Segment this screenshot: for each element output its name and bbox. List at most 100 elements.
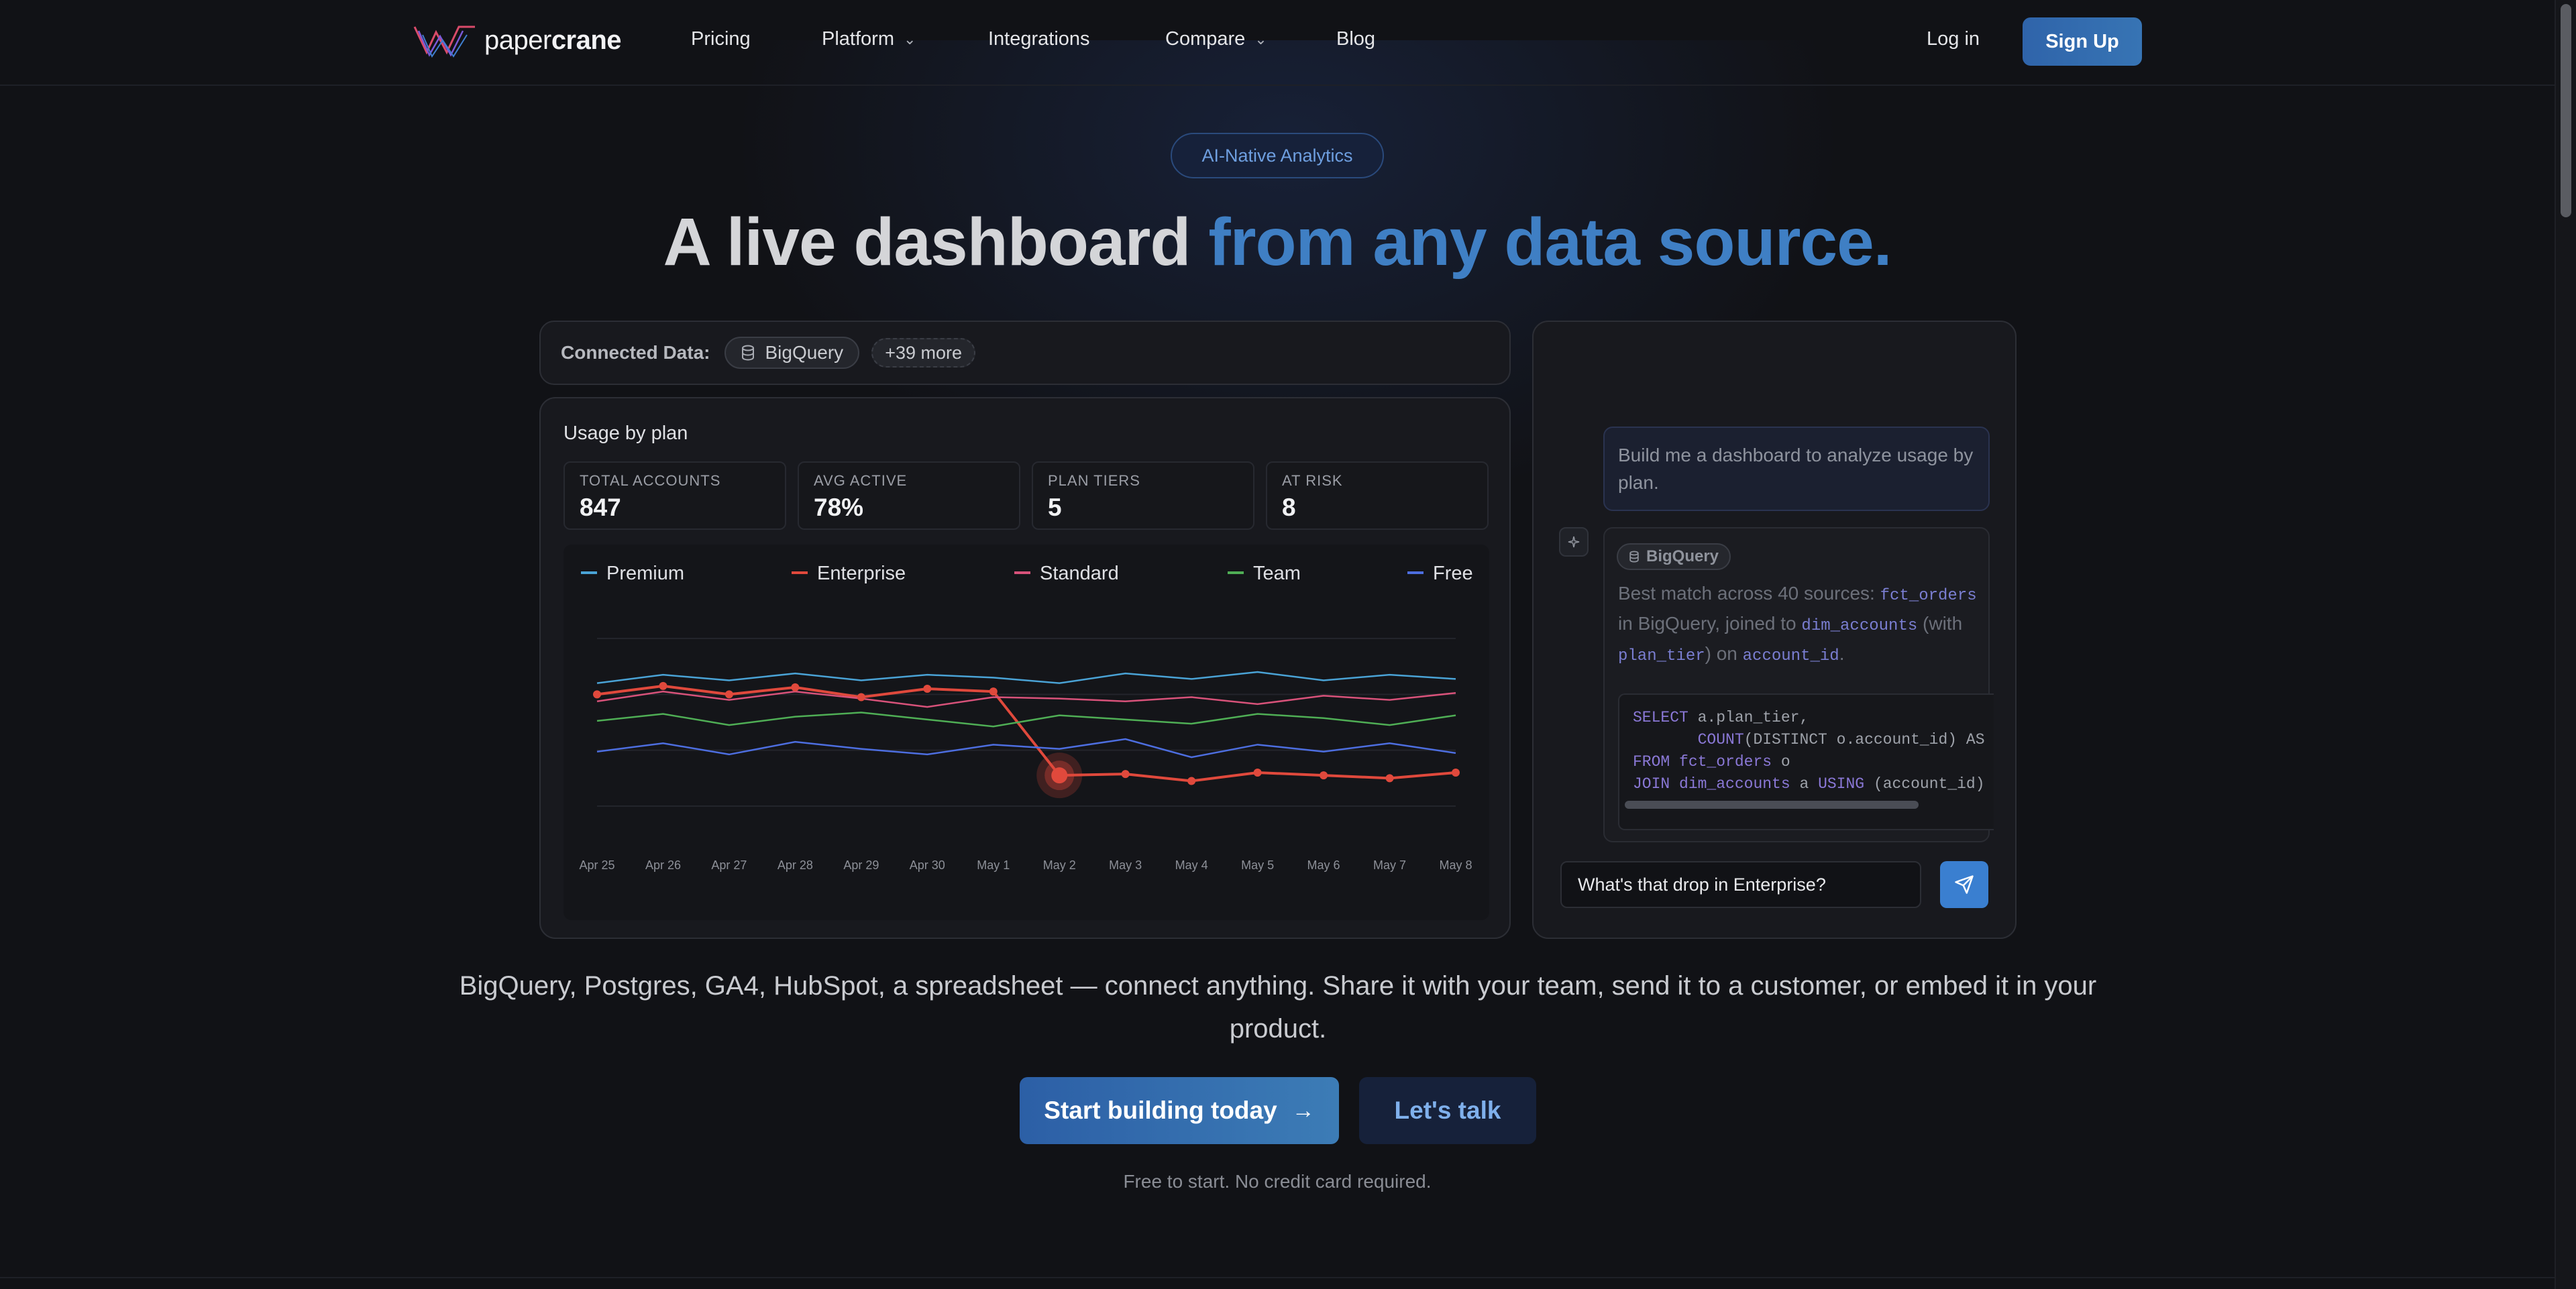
nav-pricing[interactable]: Pricing [691,28,751,50]
ai-text: . [1839,643,1845,664]
ai-text: ) on [1705,643,1743,664]
logo[interactable]: papercrane [413,20,622,60]
send-icon [1955,875,1974,894]
logo-text-light: paper [484,25,551,55]
legend-item[interactable]: Free [1407,563,1473,584]
series-line-free [596,738,1456,759]
data-point[interactable] [1253,769,1262,777]
chat-panel: Build me a dashboard to analyze usage by… [1532,321,2017,939]
kpi-label: PLAN TIERS [1048,472,1140,489]
database-icon [1629,551,1639,563]
lets-talk-button[interactable]: Let's talk [1359,1077,1536,1144]
ai-text: (with [1917,613,1963,634]
database-icon [742,345,755,361]
legend-item[interactable]: Premium [581,563,684,584]
more-sources-pill[interactable]: +39 more [871,338,976,368]
page-scrollbar-thumb[interactable] [2561,4,2571,217]
arrow-right-icon: → [1291,1097,1315,1123]
code-token: dim_accounts [1801,617,1918,635]
headline-part2: from any data source. [1208,205,1892,280]
ai-source-pill: BigQuery [1617,543,1731,570]
legend-label: Premium [606,563,684,584]
send-button[interactable] [1940,861,1988,908]
nav-blog[interactable]: Blog [1336,28,1375,50]
x-tick-label: Apr 26 [645,858,681,872]
x-tick-label: May 4 [1175,858,1208,872]
usage-line-chart: Premium Enterprise Standard Team Free Apr 25 A… [579,563,1473,872]
data-point[interactable] [593,690,601,699]
sparkle-icon [1568,536,1580,548]
nav-compare[interactable]: Compare ⌄ [1165,28,1267,50]
crane-logo-icon [413,25,475,58]
highlighted-point[interactable] [1051,767,1068,784]
nav-blog-label: Blog [1336,28,1376,50]
legend-label: Team [1253,563,1301,584]
sql-code-block[interactable]: SELECT a.plan_tier, COUNT(DISTINCT o.acc… [1618,693,1994,830]
data-point[interactable] [989,687,998,696]
sql-line: SELECT a.plan_tier, [1633,709,1809,726]
user-message: Build me a dashboard to analyze usage by… [1603,427,1990,511]
x-tick-label: Apr 25 [579,858,614,872]
x-tick-label: May 8 [1439,858,1472,872]
data-point[interactable] [791,683,800,691]
top-nav: papercrane Pricing Platform ⌄ Integration… [0,0,2555,86]
nav-platform[interactable]: Platform ⌄ [822,28,916,50]
chevron-down-icon: ⌄ [1254,30,1267,48]
x-tick-label: May 3 [1109,858,1142,872]
x-tick-label: May 7 [1373,858,1406,872]
source-pill-bigquery[interactable]: BigQuery [724,337,860,369]
start-building-button[interactable]: Start building today → [1020,1077,1339,1144]
legend-label: Enterprise [817,563,906,584]
ai-explanation: Best match across 40 sources: fct_orders… [1618,579,1980,670]
kpi-label: TOTAL ACCOUNTS [580,472,721,489]
series-line-premium [596,671,1456,684]
ai-avatar [1559,527,1589,557]
data-point[interactable] [1187,777,1196,785]
headline-part1: A live dashboard [663,205,1209,280]
hero-badge: AI-Native Analytics [1171,133,1384,178]
kpi-card: TOTAL ACCOUNTS 847 [564,461,786,530]
data-point[interactable] [1385,774,1394,783]
series-line-team [596,712,1456,728]
chevron-down-icon: ⌄ [903,30,916,48]
legend-item[interactable]: Enterprise [792,563,906,584]
chat-input[interactable]: What's that drop in Enterprise? [1560,861,1921,908]
legend-item[interactable]: Team [1228,563,1301,584]
kpi-card: AVG ACTIVE 78% [798,461,1020,530]
code-token: fct_orders [1880,587,1977,605]
data-point[interactable] [1452,769,1460,777]
ai-text: in BigQuery, joined to [1618,613,1802,634]
x-tick-label: Apr 29 [843,858,879,872]
source-pill-label: BigQuery [765,342,844,363]
x-tick-label: Apr 30 [910,858,945,872]
kpi-label: AT RISK [1282,472,1343,489]
legend-item[interactable]: Standard [1014,563,1119,584]
data-point[interactable] [659,681,667,690]
x-tick-label: May 6 [1307,858,1340,872]
kpi-value: 78% [814,494,864,521]
section-divider [0,1277,2555,1278]
nav-compare-label: Compare [1165,28,1246,50]
signup-button[interactable]: Sign Up [2023,17,2142,66]
chart-container: Premium Enterprise Standard Team Free Apr 25 A… [564,545,1489,920]
kpi-card: PLAN TIERS 5 [1032,461,1254,530]
hero-headline: A live dashboard from any data source. [0,204,2555,281]
code-token: account_id [1742,647,1839,665]
data-point[interactable] [923,685,932,693]
data-point[interactable] [724,690,733,699]
legend-label: Standard [1040,563,1119,584]
kpi-value: 847 [580,494,621,521]
data-point[interactable] [1121,770,1130,779]
nav-pricing-label: Pricing [691,28,751,50]
connected-data-bar: Connected Data: BigQuery +39 more [539,321,1511,385]
data-point[interactable] [857,693,865,702]
dashboard-title: Usage by plan [564,423,688,444]
nav-integrations[interactable]: Integrations [988,28,1090,50]
start-building-label: Start building today [1044,1097,1277,1124]
data-point[interactable] [1320,771,1328,780]
code-horizontal-scrollbar[interactable] [1625,801,1919,809]
kpi-card: AT RISK 8 [1266,461,1489,530]
page-scrollbar[interactable] [2555,0,2576,1289]
login-link[interactable]: Log in [1927,28,1980,50]
x-tick-label: Apr 27 [711,858,747,872]
